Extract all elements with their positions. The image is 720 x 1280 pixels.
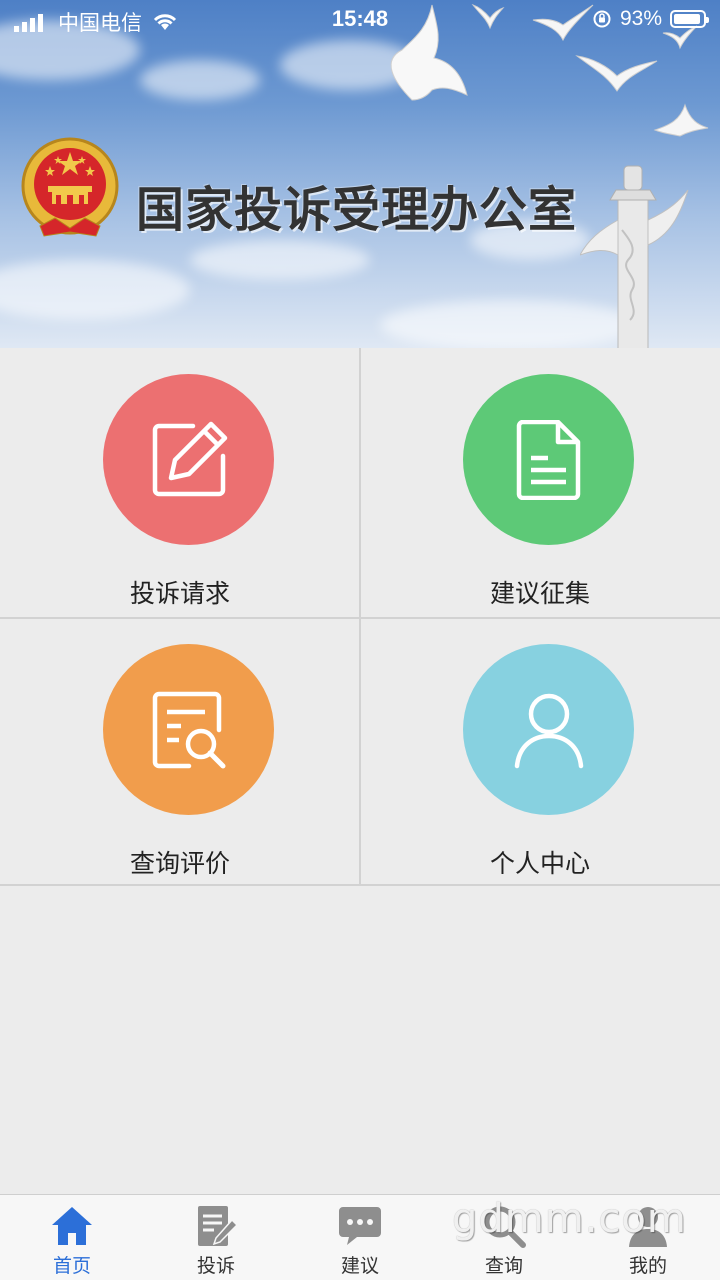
menu-item-complaint-label: 投诉请求 bbox=[129, 579, 230, 608]
tab-complaint[interactable]: 投诉 bbox=[144, 1195, 288, 1280]
bottom-tab-bar: 首页 投诉 建议 查询 我的 bbox=[0, 1194, 720, 1280]
menu-item-personal-center-circle bbox=[463, 644, 634, 815]
tab-query-label: 查询 bbox=[484, 1255, 523, 1277]
edit-icon bbox=[152, 421, 227, 496]
header-banner: 中国电信 15:48 93% 国家投诉受理办公室 bbox=[0, 0, 720, 348]
grid-divider-horizontal bbox=[0, 617, 720, 619]
banner-title: 国家投诉受理办公室 bbox=[136, 182, 578, 238]
tab-suggestion[interactable]: 建议 bbox=[288, 1195, 432, 1280]
national-emblem-logo bbox=[21, 137, 119, 237]
search-document-icon bbox=[152, 691, 225, 768]
menu-item-personal-center-label: 个人中心 bbox=[489, 849, 590, 878]
search-icon bbox=[484, 1206, 526, 1248]
menu-item-suggestion-circle bbox=[463, 374, 634, 545]
battery-percent: 93% bbox=[619, 7, 662, 30]
tab-home-label: 首页 bbox=[52, 1255, 91, 1277]
grid-divider-bottom bbox=[0, 884, 720, 886]
menu-item-query[interactable]: 查询评价 bbox=[0, 618, 360, 887]
tab-suggestion-label: 建议 bbox=[340, 1255, 379, 1277]
dove-decoration bbox=[575, 55, 658, 92]
tab-complaint-label: 投诉 bbox=[196, 1255, 235, 1277]
battery-icon bbox=[670, 10, 709, 28]
tab-home[interactable]: 首页 bbox=[0, 1195, 144, 1280]
document-icon bbox=[516, 419, 580, 500]
pillar-decoration bbox=[580, 165, 689, 348]
rotation-lock-icon bbox=[593, 10, 611, 28]
menu-item-suggestion-label: 建议征集 bbox=[489, 579, 590, 608]
profile-icon bbox=[629, 1207, 667, 1247]
tab-query[interactable]: 查询 bbox=[432, 1195, 576, 1280]
menu-item-personal-center[interactable]: 个人中心 bbox=[360, 618, 720, 887]
menu-item-complaint-circle bbox=[103, 374, 274, 545]
dove-decoration bbox=[653, 103, 709, 137]
menu-item-suggestion[interactable]: 建议征集 bbox=[360, 348, 720, 617]
chat-icon bbox=[339, 1207, 381, 1245]
tab-mine[interactable]: 我的 bbox=[576, 1195, 720, 1280]
user-icon bbox=[514, 693, 583, 768]
status-bar: 中国电信 15:48 93% bbox=[0, 0, 720, 40]
home-icon bbox=[52, 1207, 92, 1245]
tab-mine-label: 我的 bbox=[628, 1255, 667, 1277]
complaint-icon bbox=[198, 1206, 238, 1246]
menu-item-query-label: 查询评价 bbox=[129, 849, 230, 878]
menu-item-complaint[interactable]: 投诉请求 bbox=[0, 348, 360, 617]
menu-item-query-circle bbox=[103, 644, 274, 815]
